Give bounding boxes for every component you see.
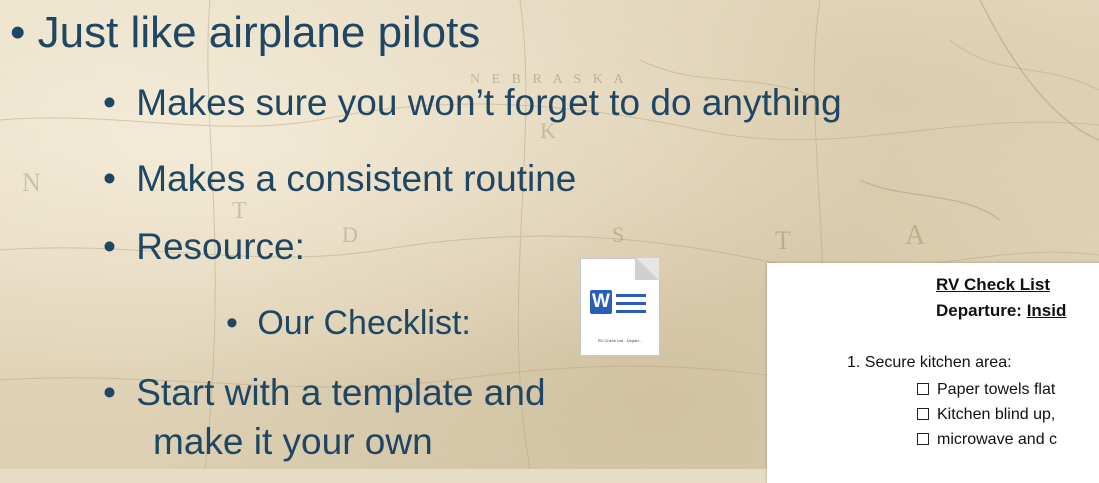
bullet-text: Just like airplane pilots (37, 8, 481, 57)
bullet-glyph: • (103, 82, 116, 123)
bullet-text: Start with a template and (136, 372, 546, 413)
checkbox-row: Paper towels flat (917, 381, 1055, 399)
document-lines-icon (616, 294, 646, 318)
bullet-item-continuation: make it your own (153, 421, 433, 463)
map-label-s: S (612, 222, 625, 247)
checkbox-label: Paper towels flat (937, 381, 1056, 398)
map-label-t2: T (775, 226, 791, 255)
map-label-d: D (342, 222, 358, 247)
word-logo-icon: W (590, 290, 612, 314)
document-title: RV Check List (936, 275, 1051, 294)
bullet-glyph: • (103, 372, 116, 413)
bullet-glyph: • (10, 8, 26, 57)
bullet-glyph: • (226, 304, 238, 342)
icon-caption: RV Check List - Depart... (597, 338, 643, 343)
checkbox-icon (917, 408, 929, 420)
map-label-t: T (232, 198, 247, 224)
bullet-item: • Makes a consistent routine (103, 158, 576, 200)
subtitle-underlined: Insid (1026, 301, 1067, 320)
bullet-text: Makes sure you won’t forget to do anythi… (136, 82, 842, 123)
checklist-document-preview: RV Check List Departure: Insid 1. Secure… (767, 263, 1099, 483)
checkbox-icon (917, 383, 929, 395)
bullet-item: • Start with a template and (103, 372, 546, 414)
checkbox-icon (917, 433, 929, 445)
bullet-item: • Just like airplane pilots (10, 8, 480, 58)
bullet-item: • Resource: (103, 226, 305, 268)
bullet-text: Resource: (136, 226, 305, 267)
bullet-text: make it your own (153, 421, 433, 462)
document-subtitle: Departure: Insid (936, 301, 1066, 321)
checkbox-label: Kitchen blind up, (937, 406, 1056, 423)
checkbox-row: Kitchen blind up, (917, 406, 1055, 424)
word-document-icon[interactable]: W RV Check List - Depart... (580, 258, 660, 356)
bullet-item: • Our Checklist: (226, 304, 471, 343)
bullet-item: • Makes sure you won’t forget to do anyt… (103, 82, 842, 124)
bullet-glyph: • (103, 226, 116, 267)
checkbox-row: microwave and c (917, 431, 1057, 449)
subtitle-prefix: Departure: (936, 301, 1027, 320)
page-fold-corner (635, 258, 659, 280)
bullet-text: Our Checklist: (257, 304, 471, 342)
checkbox-label: microwave and c (937, 431, 1058, 448)
bullet-glyph: • (103, 158, 116, 199)
list-item: 1. Secure kitchen area: (847, 354, 1012, 371)
map-label-n: N (22, 168, 41, 197)
map-label-a: A (905, 220, 926, 251)
bullet-text: Makes a consistent routine (136, 158, 577, 199)
